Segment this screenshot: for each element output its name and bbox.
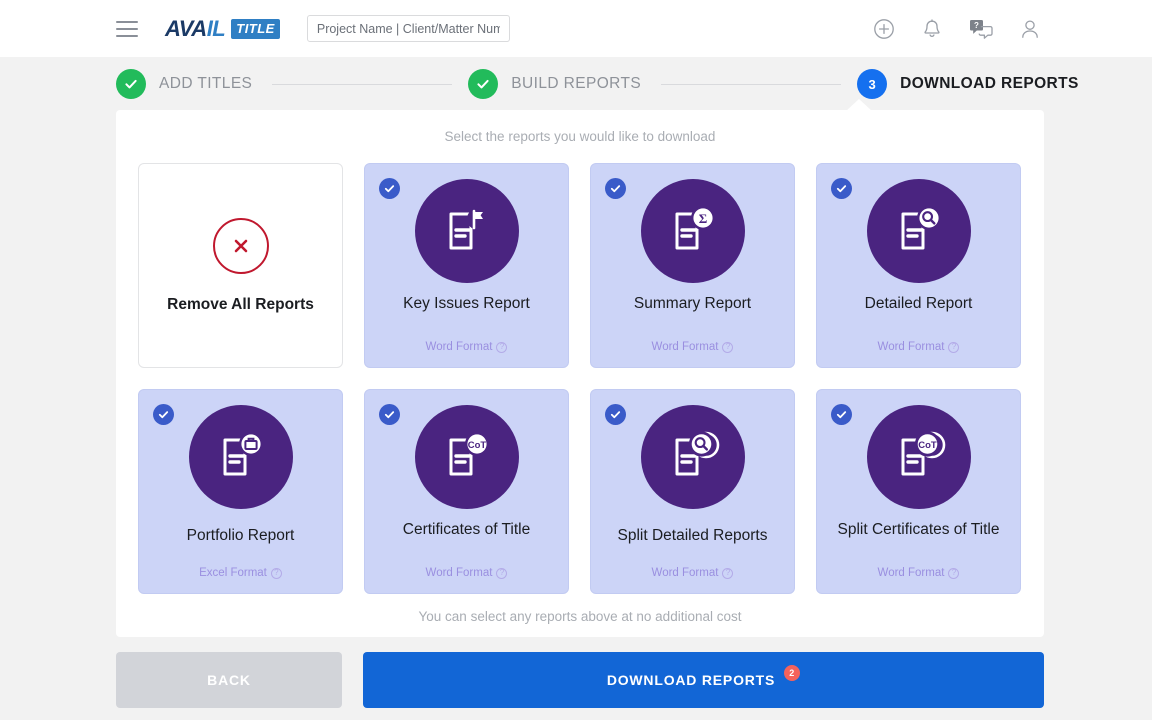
report-card-title: Portfolio Report: [139, 527, 342, 545]
document-briefcase-icon: [189, 405, 293, 509]
info-icon[interactable]: ?: [496, 342, 507, 353]
report-card-format: Word Format ?: [591, 341, 794, 353]
app-root: AVA IL TITLE ?: [0, 0, 1160, 724]
project-name-input[interactable]: [307, 15, 510, 42]
step-1-status-circle: [116, 69, 146, 99]
format-label: Excel Format: [199, 567, 267, 579]
download-count-badge: 2: [784, 665, 800, 681]
step-3-number: 3: [868, 77, 875, 92]
step-3-status-circle: 3: [857, 69, 887, 99]
format-label: Word Format: [426, 567, 493, 579]
card-selected-check-icon: [831, 178, 852, 199]
step-connector-1: [272, 84, 452, 85]
svg-text:?: ?: [974, 21, 979, 30]
download-reports-button[interactable]: DOWNLOAD REPORTS 2: [363, 652, 1044, 708]
help-chat-icon[interactable]: ?: [969, 19, 993, 39]
report-card-format: Word Format ?: [591, 567, 794, 579]
right-gutter: [1152, 0, 1160, 724]
remove-all-reports-card[interactable]: Remove All Reports: [138, 163, 343, 368]
card-selected-check-icon: [831, 404, 852, 425]
step-2-label: BUILD REPORTS: [511, 75, 641, 93]
step-connector-2: [661, 84, 841, 85]
format-label: Word Format: [878, 567, 945, 579]
card-selected-check-icon: [605, 404, 626, 425]
card-selected-check-icon: [379, 178, 400, 199]
step-add-titles[interactable]: ADD TITLES: [116, 69, 252, 99]
logo-badge-title: TITLE: [231, 19, 280, 39]
report-card-title: Key Issues Report: [365, 295, 568, 313]
report-card-split-detailed[interactable]: Split Detailed Reports Word Format ?: [590, 389, 795, 594]
report-card-detailed[interactable]: Detailed Report Word Format ?: [816, 163, 1021, 368]
logo-text-ail: IL: [207, 16, 226, 42]
logo-text-av: AVA: [165, 16, 207, 42]
info-icon[interactable]: ?: [722, 568, 733, 579]
info-icon[interactable]: ?: [722, 342, 733, 353]
add-circle-icon[interactable]: [873, 18, 895, 40]
document-cot-split-icon: CoT: [867, 405, 971, 509]
download-reports-label: DOWNLOAD REPORTS: [607, 672, 775, 688]
report-card-summary[interactable]: Σ Summary Report Word Format ?: [590, 163, 795, 368]
app-header: AVA IL TITLE ?: [0, 0, 1152, 57]
format-label: Word Format: [652, 341, 719, 353]
progress-stepper: ADD TITLES BUILD REPORTS 3 DOWNLOAD REPO…: [0, 58, 1152, 110]
report-card-title: Split Certificates of Title: [817, 521, 1020, 539]
check-icon: [123, 76, 139, 92]
check-icon: [475, 76, 491, 92]
card-selected-check-icon: [605, 178, 626, 199]
report-card-title: Summary Report: [591, 295, 794, 313]
report-card-format: Excel Format ?: [139, 567, 342, 579]
step-2-status-circle: [468, 69, 498, 99]
document-cot-icon: CoT: [415, 405, 519, 509]
report-card-format: Word Format ?: [365, 341, 568, 353]
info-icon[interactable]: ?: [271, 568, 282, 579]
step-3-label: DOWNLOAD REPORTS: [900, 75, 1079, 93]
report-card-key-issues[interactable]: Key Issues Report Word Format ?: [364, 163, 569, 368]
info-icon[interactable]: ?: [496, 568, 507, 579]
report-card-title: Certificates of Title: [365, 521, 568, 539]
report-card-format: Word Format ?: [817, 567, 1020, 579]
hamburger-icon[interactable]: [116, 21, 138, 37]
format-label: Word Format: [652, 567, 719, 579]
info-icon[interactable]: ?: [948, 568, 959, 579]
report-card-title: Split Detailed Reports: [591, 527, 794, 545]
document-sigma-icon: Σ: [641, 179, 745, 283]
info-icon[interactable]: ?: [948, 342, 959, 353]
bell-icon[interactable]: [922, 18, 942, 40]
cot-badge-text: CoT: [467, 440, 486, 451]
footer-actions: BACK DOWNLOAD REPORTS 2: [116, 652, 1044, 708]
format-label: Word Format: [426, 341, 493, 353]
report-card-certificates-of-title[interactable]: CoT Certificates of Title Word Format ?: [364, 389, 569, 594]
report-card-format: Word Format ?: [365, 567, 568, 579]
report-card-split-certificates-of-title[interactable]: CoT Split Certificates of Title Word For…: [816, 389, 1021, 594]
panel-hint-top: Select the reports you would like to dow…: [116, 110, 1044, 144]
cot-badge-text: CoT: [918, 440, 937, 451]
remove-all-reports-label: Remove All Reports: [167, 296, 314, 314]
panel-caret: [846, 99, 872, 111]
report-card-grid: Remove All Reports: [138, 163, 1022, 594]
step-download-reports[interactable]: 3 DOWNLOAD REPORTS: [857, 69, 1079, 99]
remove-circle-x-icon: [213, 218, 269, 274]
format-label: Word Format: [878, 341, 945, 353]
card-selected-check-icon: [153, 404, 174, 425]
report-card-portfolio[interactable]: Portfolio Report Excel Format ?: [138, 389, 343, 594]
document-search-split-icon: [641, 405, 745, 509]
header-icon-group: ?: [873, 18, 1040, 40]
report-card-title: Detailed Report: [817, 295, 1020, 313]
report-card-format: Word Format ?: [817, 341, 1020, 353]
card-selected-check-icon: [379, 404, 400, 425]
user-account-icon[interactable]: [1020, 18, 1040, 40]
step-1-label: ADD TITLES: [159, 75, 252, 93]
document-flag-icon: [415, 179, 519, 283]
step-build-reports[interactable]: BUILD REPORTS: [468, 69, 641, 99]
bottom-gutter: [0, 720, 1160, 724]
avail-title-logo: AVA IL TITLE: [165, 16, 280, 42]
document-search-icon: [867, 179, 971, 283]
sigma-badge-text: Σ: [698, 211, 707, 226]
reports-panel: Select the reports you would like to dow…: [116, 110, 1044, 637]
back-button[interactable]: BACK: [116, 652, 342, 708]
panel-hint-bottom: You can select any reports above at no a…: [116, 609, 1044, 624]
